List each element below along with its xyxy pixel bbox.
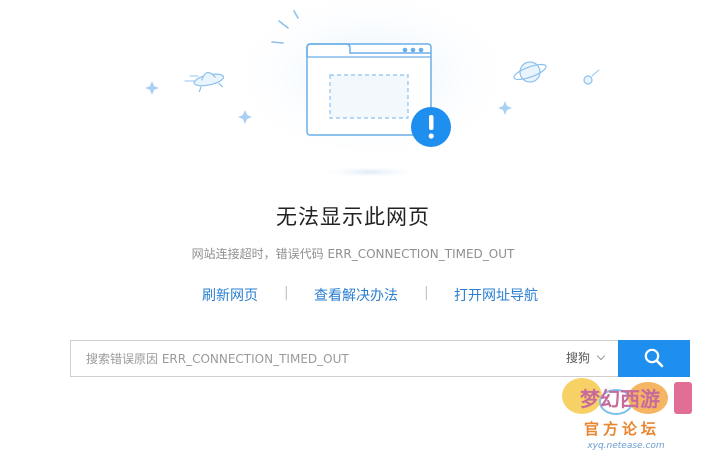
watermark-logo: 梦幻西游: [562, 378, 692, 415]
error-illustration: [145, 0, 600, 178]
watermark-url: xyq.netease.com: [586, 441, 665, 451]
search-input[interactable]: [71, 341, 541, 376]
ufo-icon: [193, 71, 225, 93]
watermark-caption: 官方论坛: [584, 420, 660, 438]
search-icon: [644, 348, 664, 368]
error-title: 无法显示此网页: [276, 205, 430, 229]
comet-icon: [583, 69, 600, 85]
link-separator: |: [284, 285, 289, 301]
forum-watermark: 梦幻西游 官方论坛 xyq.netease.com: [562, 378, 692, 451]
error-detail: 网站连接超时，错误代码 ERR_CONNECTION_TIMED_OUT: [191, 247, 515, 261]
refresh-link[interactable]: 刷新网页: [202, 285, 258, 305]
exclamation-icon: [411, 107, 451, 147]
chevron-down-icon: [596, 351, 606, 361]
search-bar: 搜狗: [70, 340, 618, 377]
link-separator: |: [424, 285, 429, 301]
open-navigation-link[interactable]: 打开网址导航: [454, 285, 538, 305]
view-solutions-link[interactable]: 查看解决办法: [314, 285, 398, 305]
search-engine-label: 搜狗: [565, 351, 590, 365]
action-links: 刷新网页 | 查看解决办法 | 打开网址导航: [0, 285, 706, 307]
watermark-logo-text: 梦幻西游: [580, 387, 660, 411]
